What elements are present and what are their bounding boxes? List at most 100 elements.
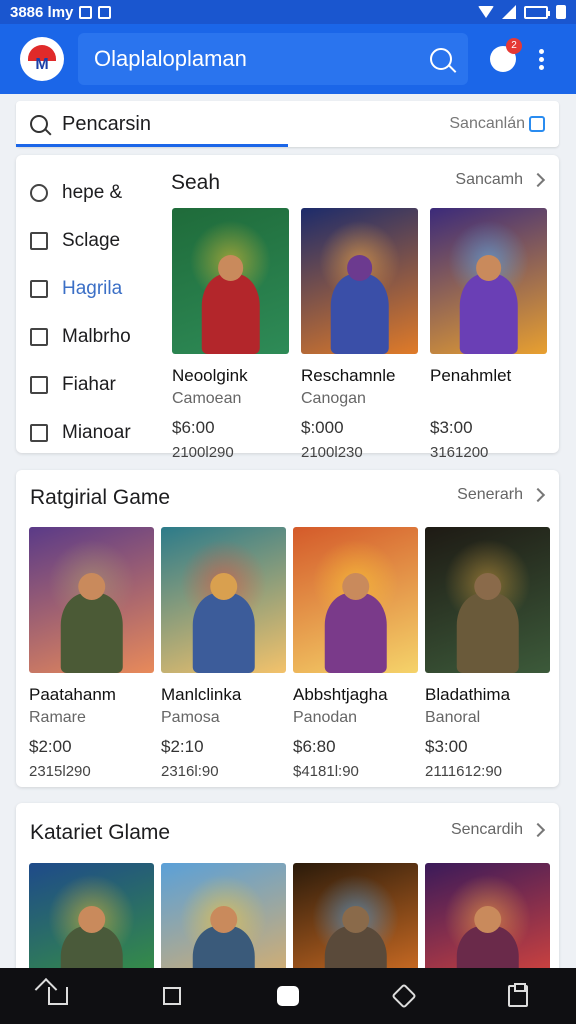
game-title: Manlclinka [161, 685, 242, 704]
game-price: $3:00 [425, 737, 468, 756]
app-bar: M Olaplaloplaman 2 [0, 24, 576, 94]
game-card[interactable]: Manlclinka Pamosa $2:10 2316l:90 [161, 527, 286, 781]
search-icon[interactable] [430, 48, 452, 70]
game-thumbnail[interactable] [301, 208, 418, 354]
chevron-right-icon [530, 172, 546, 188]
battery-icon [524, 5, 550, 19]
game-thumbnail[interactable] [29, 527, 154, 673]
game-thumbnail[interactable] [293, 863, 418, 983]
game-thumbnail[interactable] [161, 527, 286, 673]
menu-item[interactable]: Malbrho [30, 313, 170, 361]
pencil-icon [30, 328, 48, 346]
section-card-popular: Ratgirial Game Senerarh Paatahanm Ramare $… [16, 470, 559, 787]
app-logo[interactable]: M [20, 37, 64, 81]
menu-item[interactable]: hepe & [30, 169, 170, 217]
game-downloads: 2111612:90 [425, 763, 503, 780]
section-title: Seah [171, 171, 221, 194]
see-all-label: Sancamh [455, 171, 523, 188]
search-underline [16, 144, 288, 147]
home-icon[interactable] [47, 987, 68, 1005]
game-card[interactable]: Reschamnle Canogan $:000 2100l230 [301, 208, 418, 462]
game-price: $:000 [301, 418, 344, 437]
menu-item-label: hepe & [62, 182, 123, 203]
game-title: Paatahanm [29, 685, 116, 704]
game-category: Banoral [425, 709, 481, 726]
see-all-link[interactable]: Sancamh [455, 171, 546, 189]
menu-item-label: Fiahar [62, 374, 116, 395]
see-all-link[interactable]: Senerarh [457, 486, 546, 504]
see-all-link[interactable]: Sencardih [450, 821, 546, 839]
photo-icon [30, 376, 48, 394]
chevron-right-icon [530, 487, 546, 503]
game-price: $2:00 [29, 737, 72, 756]
game-card[interactable] [161, 863, 286, 983]
category-menu: hepe & Sclage Hagrila Malbrho Fiahar Mia… [30, 169, 170, 457]
game-card[interactable] [29, 863, 154, 983]
game-card[interactable]: Neoolgink Camoean $6:00 2100l290 [172, 208, 289, 462]
game-card[interactable] [293, 863, 418, 983]
grid-icon [30, 232, 48, 250]
see-all-label: Sencardih [450, 821, 523, 838]
game-category: Ramare [29, 709, 86, 726]
game-title: Neoolgink [172, 366, 248, 385]
game-downloads: 2316l:90 [161, 763, 219, 780]
bottom-navigation [0, 968, 576, 1024]
clipboard-icon[interactable] [508, 983, 529, 1007]
grid-icon [30, 424, 48, 442]
game-category: Canogan [301, 390, 366, 407]
menu-item[interactable]: Mianoar [30, 409, 170, 457]
menu-item-label: Malbrho [62, 326, 131, 347]
notification-icon [79, 5, 93, 19]
game-title: Reschamnle [301, 366, 396, 385]
menu-item-label: Sclage [62, 230, 121, 251]
game-card[interactable]: Paatahanm Ramare $2:00 2315l290 [29, 527, 154, 781]
app-title-bar[interactable]: Olaplaloplaman [78, 33, 468, 85]
game-title: Bladathima [425, 685, 511, 704]
game-downloads: 2100l290 [172, 444, 234, 461]
game-thumbnail[interactable] [172, 208, 289, 354]
notification-badge: 2 [506, 38, 522, 54]
game-thumbnail[interactable] [29, 863, 154, 983]
game-title: Abbshtjagha [293, 685, 388, 704]
app-title: Olaplaloplaman [94, 46, 247, 71]
edit-icon [30, 280, 48, 298]
search-bar: Sancanlán [16, 101, 559, 147]
game-card[interactable]: Abbshtjagha Panodan $6:80 $4181l:90 [293, 527, 418, 781]
recents-icon[interactable] [163, 987, 182, 1005]
game-price: $6:80 [293, 737, 336, 756]
see-all-label: Senerarh [457, 486, 523, 503]
game-downloads: $4181l:90 [293, 763, 359, 780]
game-price: $3:00 [430, 418, 473, 437]
game-price: $6:00 [172, 418, 215, 437]
game-category: Camoean [172, 390, 242, 407]
section-title: Katariet Glame [30, 821, 171, 844]
notification-icon [98, 5, 112, 19]
clock: 3886 lmy [10, 3, 74, 21]
search-person-icon [30, 184, 48, 202]
game-title: Penahmlet [430, 366, 512, 385]
search-hint: Sancanlán [449, 115, 525, 132]
game-card[interactable]: Bladathima Banoral $3:00 2111612:90 [425, 527, 550, 781]
game-thumbnail[interactable] [293, 527, 418, 673]
game-thumbnail[interactable] [425, 527, 550, 673]
menu-item[interactable]: Sclage [30, 217, 170, 265]
favorites-icon[interactable] [390, 983, 417, 1009]
more-options-icon[interactable] [538, 48, 544, 70]
game-category: Panodan [293, 709, 358, 726]
home-button[interactable] [276, 986, 299, 1006]
menu-item[interactable]: Fiahar [30, 361, 170, 409]
game-card[interactable]: Penahmlet $3:00 3161200 [430, 208, 547, 462]
game-thumbnail[interactable] [425, 863, 550, 983]
wifi-icon [478, 6, 494, 18]
game-price: $2:10 [161, 737, 204, 756]
game-card[interactable] [425, 863, 550, 983]
game-thumbnail[interactable] [430, 208, 547, 354]
lock-icon [556, 5, 566, 19]
game-category: Pamosa [161, 709, 220, 726]
tag-icon[interactable] [529, 116, 545, 132]
notifications-icon[interactable]: 2 [490, 38, 522, 72]
game-thumbnail[interactable] [161, 863, 286, 983]
search-input[interactable] [62, 112, 450, 136]
menu-item[interactable]: Hagrila [30, 265, 170, 313]
game-downloads: 2100l230 [301, 444, 363, 461]
